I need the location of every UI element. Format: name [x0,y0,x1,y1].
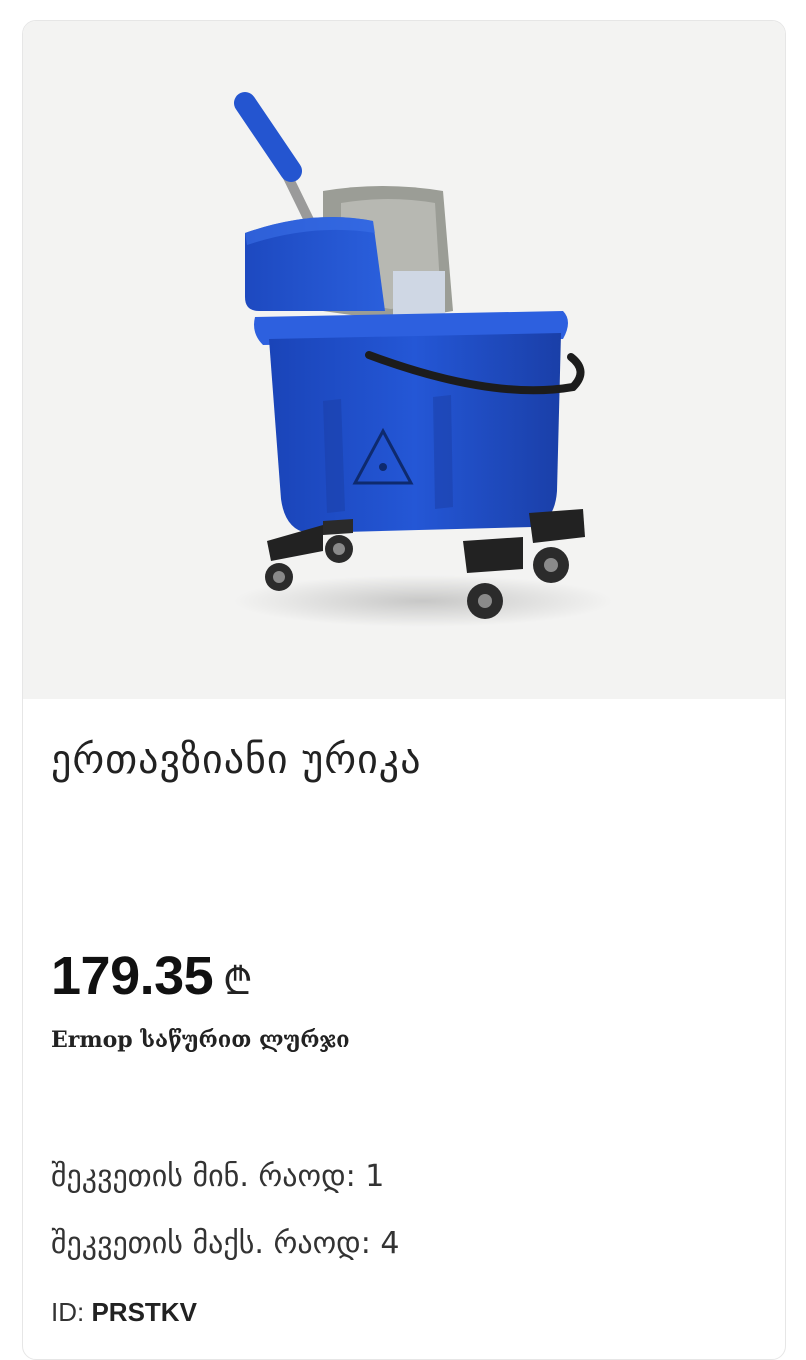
currency-lari-icon: ₾ [223,959,253,1003]
max-order-label: შეკვეთის მაქს. რაოდ: [51,1226,371,1261]
price-row: 179.35 ₾ [51,945,252,1007]
min-order-label: შეკვეთის მინ. რაოდ: [51,1159,356,1194]
min-order-value: 1 [365,1159,385,1194]
min-order-quantity: შეკვეთის მინ. რაოდ: 1 [51,1159,384,1194]
product-price: 179.35 [51,946,214,1006]
product-image[interactable] [23,21,785,699]
product-id: ID: PRSTKV [51,1297,197,1328]
product-title[interactable]: ერთავზიანი ურიკა [51,737,422,783]
product-id-value: PRSTKV [91,1297,197,1327]
product-subtitle: Ermop საწურით ლურჯი [51,1027,350,1053]
max-order-value: 4 [380,1226,400,1261]
mop-bucket-image [233,92,613,627]
product-id-label: ID: [51,1297,85,1327]
product-card[interactable]: ერთავზიანი ურიკა 179.35 ₾ Ermop საწურით … [22,20,786,1360]
max-order-quantity: შეკვეთის მაქს. რაოდ: 4 [51,1226,399,1261]
